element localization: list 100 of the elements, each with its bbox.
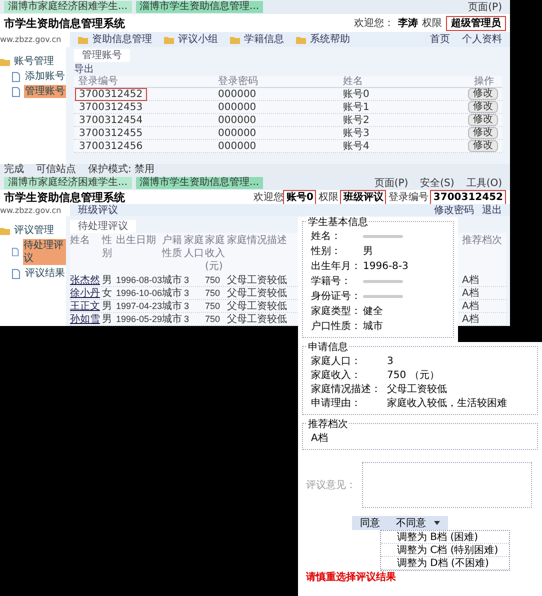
comment-field[interactable]	[362, 462, 532, 508]
sidebar-item[interactable]: 待处理评议	[22, 239, 66, 265]
table-cell: 城市	[162, 314, 182, 324]
table-cell: 1996-05-29	[116, 314, 162, 324]
table-cell: 1996-08-03	[116, 274, 162, 284]
welcome-text: 欢迎您	[253, 190, 284, 204]
field-label: 身份证号：	[311, 290, 362, 303]
table-cell: 父母工资较低	[227, 314, 287, 324]
table-cell-text: 账号4	[342, 140, 370, 152]
redacted-mark	[363, 235, 403, 238]
panel-tab[interactable]: 管理账号	[74, 49, 130, 62]
field-value: A档	[311, 432, 328, 445]
folder-icon	[0, 58, 10, 66]
sidebar-item[interactable]: 评议结果	[24, 267, 66, 280]
table-cell: 男	[102, 300, 112, 312]
table-cell: 750	[205, 274, 220, 284]
column-header: 登录编号	[78, 75, 118, 88]
redacted-mark	[363, 280, 403, 283]
edit-button[interactable]: 修改	[468, 127, 498, 139]
nav-link[interactable]: 首页	[430, 33, 450, 46]
user-name: 李涛	[397, 16, 419, 30]
table-cell: 男	[102, 274, 112, 286]
toolbar-menu[interactable]: 页面(P)	[370, 176, 412, 190]
role-label: 权限	[422, 16, 443, 30]
nav-link[interactable]: 资助信息管理	[92, 33, 152, 46]
section-title: 申请信息	[307, 341, 349, 354]
panel-tab[interactable]: 待处理评议	[70, 220, 136, 233]
menu-item[interactable]: 调整为 C档 (特别困难)	[397, 544, 498, 556]
welcome-text: 欢迎您：	[354, 16, 394, 30]
browser-tab[interactable]: 淄博市学生资助信息管理...	[136, 177, 264, 189]
student-link[interactable]: 张杰然	[70, 274, 100, 286]
sidebar-group[interactable]: 评议管理	[14, 224, 54, 237]
table-cell: 3	[184, 300, 190, 310]
column-header: 性别	[102, 235, 112, 259]
table-cell: 750	[205, 300, 220, 310]
sidebar-group[interactable]: 账号管理	[14, 55, 54, 68]
edit-button[interactable]: 修改	[468, 140, 498, 152]
field-label: 家庭人口：	[311, 355, 362, 368]
table-cell: 女	[102, 288, 112, 298]
section-title: 学生基本信息	[307, 216, 369, 229]
menu-button[interactable]: 不同意	[388, 516, 448, 530]
table-cell: A档	[462, 288, 479, 298]
edit-button[interactable]: 修改	[468, 101, 498, 113]
agree-button[interactable]: 同意	[352, 516, 388, 530]
table-cell-text: 000000	[217, 140, 258, 152]
table-cell-text: 3700312455	[78, 126, 144, 140]
field-label: 出生年月：	[311, 260, 362, 273]
student-link[interactable]: 王正文	[70, 300, 100, 312]
field-value: 城市	[363, 320, 383, 333]
field-value: 3	[387, 355, 394, 368]
nav-link[interactable]: 班级评议	[78, 204, 118, 216]
column-header: 操作	[474, 75, 494, 88]
sidebar-item[interactable]: 管理账号	[24, 85, 66, 98]
table-cell: 3	[184, 274, 190, 284]
table-cell-text: 000000	[217, 126, 258, 140]
toolbar-menu[interactable]: 页面(P)	[464, 0, 506, 14]
student-link[interactable]: 孙如雪	[70, 314, 100, 324]
nav-link[interactable]: 个人资料	[462, 33, 502, 46]
field-label: 家庭情况描述：	[311, 383, 382, 396]
table-cell: 城市	[162, 300, 182, 312]
table-cell-text: 3700312456	[78, 140, 144, 152]
column-header: 姓名	[343, 75, 363, 88]
browser-tab[interactable]: 淄博市家庭经济困难学生...	[4, 1, 132, 13]
browser-tab[interactable]: 淄博市家庭经济困难学生...	[4, 177, 132, 189]
table-cell: 城市	[162, 288, 182, 298]
column-header: 登录密码	[218, 75, 258, 88]
login-label: 登录编号	[387, 190, 430, 204]
column-header: 出生日期	[116, 235, 156, 246]
status-text: 可信站点	[36, 165, 76, 175]
menu-item[interactable]: 调整为 B档 (困难)	[397, 530, 478, 544]
table-cell-text: 账号0	[342, 88, 370, 100]
table-cell: 父母工资较低	[227, 274, 287, 286]
edit-button[interactable]: 修改	[468, 88, 498, 100]
menu-item[interactable]: 调整为 D档 (不困难)	[397, 556, 489, 570]
folder-icon	[164, 36, 174, 44]
edit-button[interactable]: 修改	[468, 114, 498, 126]
table-cell: 750	[205, 288, 220, 298]
field-label: 申请理由：	[311, 397, 362, 410]
export-link[interactable]: 导出	[74, 62, 94, 76]
sidebar-item[interactable]: 添加账号	[24, 70, 66, 83]
role-text: 超级管理员	[446, 16, 506, 30]
nav-link[interactable]: 系统帮助	[310, 33, 350, 46]
table-cell: 3	[184, 288, 190, 298]
column-header: 家庭情况描述	[227, 235, 287, 246]
nav-link[interactable]: 学籍信息	[244, 33, 284, 46]
toolbar-menu[interactable]: 安全(S)	[416, 176, 458, 190]
column-header: 家庭人口	[184, 235, 204, 259]
nav-link[interactable]: 评议小组	[178, 33, 218, 46]
table-cell-text: 000000	[217, 88, 258, 100]
nav-link[interactable]: 退出	[482, 204, 502, 216]
student-link[interactable]: 徐小丹	[70, 288, 100, 298]
section-title: 推荐档次	[307, 418, 349, 431]
table-cell: 男	[102, 314, 112, 324]
site-title: 市学生资助信息管理系统	[4, 190, 125, 204]
toolbar-menu[interactable]: 工具(O)	[462, 176, 506, 190]
document-icon	[12, 247, 19, 257]
field-label: 家庭收入：	[311, 369, 362, 382]
table-cell: 3700312452	[75, 88, 147, 100]
nav-link[interactable]: 修改密码	[434, 204, 474, 216]
browser-tab[interactable]: 淄博市学生资助信息管理...	[136, 1, 264, 13]
